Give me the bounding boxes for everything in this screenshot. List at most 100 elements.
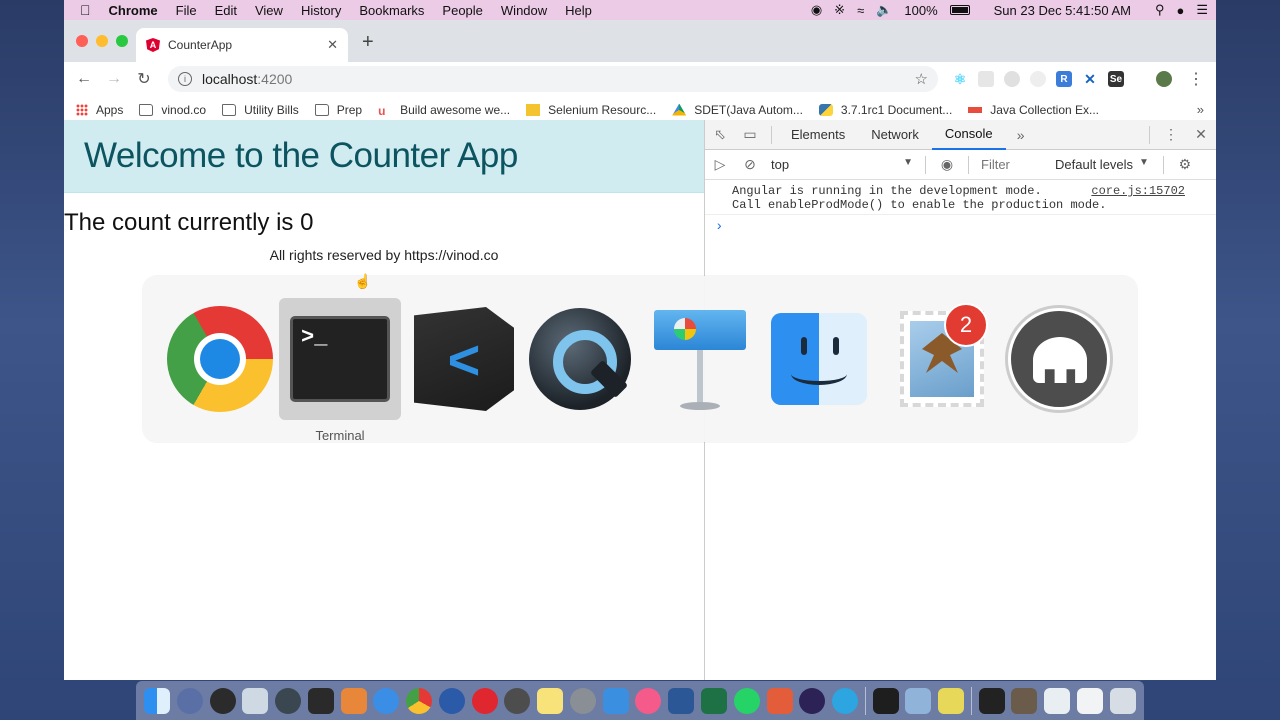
address-bar[interactable]: i localhost :4200 ☆ (168, 66, 938, 92)
extension-icon[interactable] (1004, 71, 1020, 87)
dock-system-preferences-icon[interactable] (569, 687, 596, 714)
dock-chrome-icon[interactable] (406, 687, 433, 714)
dock-firefox-icon[interactable] (438, 687, 465, 714)
notification-center-icon[interactable]: ☰ (1196, 2, 1208, 18)
bookmarks-overflow-icon[interactable]: » (1197, 102, 1204, 117)
menu-bookmarks[interactable]: Bookmarks (359, 3, 424, 18)
live-expression-eye-icon[interactable]: ◉ (932, 156, 962, 173)
bookmark-folder-utility-bills[interactable]: Utility Bills (222, 103, 299, 117)
clear-console-icon[interactable]: ⊘ (735, 156, 765, 173)
menu-window[interactable]: Window (501, 3, 547, 18)
bluetooth-icon[interactable]: ※ (834, 2, 845, 18)
dock-trash-icon[interactable] (1109, 687, 1136, 714)
react-devtools-icon[interactable]: ⚛ (952, 71, 968, 87)
dock-notes-icon[interactable] (537, 687, 564, 714)
siri-icon[interactable]: ● (1176, 3, 1184, 18)
apple-menu-icon[interactable]:  (80, 2, 91, 18)
extension-r-icon[interactable]: R (1056, 71, 1072, 87)
extension-x-icon[interactable]: ✕ (1082, 71, 1098, 87)
volume-icon[interactable]: 🔈 (876, 2, 892, 18)
close-tab-icon[interactable]: ✕ (327, 37, 338, 53)
fullscreen-window-button[interactable] (116, 35, 128, 47)
more-tabs-icon[interactable]: » (1006, 127, 1036, 143)
inspect-element-icon[interactable]: ⬁ (705, 126, 735, 143)
tab-elements[interactable]: Elements (778, 120, 858, 150)
console-settings-gear-icon[interactable]: ⚙ (1170, 156, 1200, 173)
bookmark-star-icon[interactable]: ☆ (915, 70, 928, 88)
close-devtools-icon[interactable]: ✕ (1186, 126, 1216, 143)
console-prompt[interactable]: › (705, 215, 1216, 239)
dock-finder-icon[interactable] (144, 687, 170, 714)
bookmark-selenium[interactable]: Selenium Resourc... (526, 103, 656, 117)
selenium-ide-icon[interactable]: Se (1108, 71, 1124, 87)
bookmark-java-collection[interactable]: Java Collection Ex... (968, 103, 1099, 117)
dock-chrome-window-icon[interactable] (1076, 687, 1103, 714)
dock-terminal-window-icon[interactable] (978, 687, 1005, 714)
spotlight-search-icon[interactable]: ⚲ (1155, 2, 1165, 18)
close-window-button[interactable] (76, 35, 88, 47)
dock-window-thumbnail-icon[interactable] (1044, 687, 1071, 714)
switcher-app-terminal[interactable]: >_ Terminal (279, 298, 401, 443)
dock-eclipse-icon[interactable] (799, 687, 826, 714)
tab-console[interactable]: Console (931, 120, 1006, 150)
wifi-icon[interactable]: ≈ (857, 3, 864, 18)
minimize-window-button[interactable] (96, 35, 108, 47)
dock-keynote-icon[interactable] (602, 687, 629, 714)
switcher-app-mail[interactable]: 2 (881, 298, 1003, 420)
show-sidebar-icon[interactable]: ▷ (705, 156, 735, 173)
dock-mail-icon[interactable] (242, 687, 269, 714)
extension-icon[interactable] (1030, 71, 1046, 87)
browser-tab[interactable]: A CounterApp ✕ (136, 28, 348, 62)
dock-terminal-icon[interactable] (872, 687, 899, 714)
dock-sublime-icon[interactable] (340, 687, 367, 714)
battery-icon[interactable] (949, 5, 970, 15)
record-icon[interactable]: ◉ (811, 2, 822, 18)
dock-excel-icon[interactable] (701, 687, 728, 714)
bookmark-sdet[interactable]: SDET(Java Autom... (672, 103, 803, 117)
bookmark-folder-prep[interactable]: Prep (314, 103, 362, 117)
new-tab-button[interactable]: + (362, 31, 374, 54)
dock-video-window-icon[interactable] (1011, 687, 1038, 714)
tab-network[interactable]: Network (858, 120, 932, 150)
menu-history[interactable]: History (301, 3, 341, 18)
dock-whatsapp-icon[interactable] (733, 687, 760, 714)
console-filter-input[interactable] (975, 154, 1047, 175)
site-info-icon[interactable]: i (178, 72, 192, 86)
bookmark-python-docs[interactable]: 3.7.1rc1 Document... (818, 103, 952, 117)
switcher-app-mamp[interactable] (998, 298, 1120, 420)
switcher-app-quicktime[interactable] (519, 298, 641, 420)
reload-button[interactable]: ↻ (132, 69, 156, 89)
dock-audio-app-icon[interactable] (209, 687, 236, 714)
bookmark-udemy[interactable]: u Build awesome we... (378, 103, 510, 118)
switcher-app-vscode[interactable]: < (403, 298, 525, 420)
chrome-menu-icon[interactable]: ⋮ (1188, 69, 1204, 89)
dock-quicktime-icon[interactable] (275, 687, 302, 714)
device-toolbar-icon[interactable]: ▭ (735, 126, 765, 143)
extension-icon[interactable] (978, 71, 994, 87)
log-levels-select[interactable]: Default levels ▼ (1055, 157, 1149, 172)
menu-app-name[interactable]: Chrome (109, 3, 158, 18)
dock-vscode-icon[interactable] (307, 687, 334, 714)
menu-edit[interactable]: Edit (215, 3, 237, 18)
dock-telegram-icon[interactable] (832, 687, 859, 714)
dock-safari-icon[interactable] (373, 687, 400, 714)
clock[interactable]: Sun 23 Dec 5:41:50 AM (994, 3, 1131, 18)
menu-people[interactable]: People (442, 3, 482, 18)
switcher-app-chrome[interactable] (159, 298, 281, 420)
switcher-app-finder[interactable] (758, 298, 880, 420)
dock-opera-icon[interactable] (471, 687, 498, 714)
dock-app-icon[interactable] (938, 687, 965, 714)
dock-preview-icon[interactable] (905, 687, 932, 714)
switcher-app-keynote[interactable] (639, 298, 761, 420)
dock-word-icon[interactable] (668, 687, 695, 714)
console-source-link[interactable]: core.js:15702 (1091, 184, 1185, 198)
dock-remote-desktop-icon[interactable] (766, 687, 793, 714)
menu-file[interactable]: File (176, 3, 197, 18)
menu-help[interactable]: Help (565, 3, 592, 18)
bookmark-apps[interactable]: Apps (76, 103, 123, 117)
profile-avatar[interactable] (1156, 71, 1172, 87)
menu-view[interactable]: View (255, 3, 283, 18)
dock-itunes-icon[interactable] (635, 687, 662, 714)
dock-launchpad-icon[interactable] (176, 687, 203, 714)
back-button[interactable]: ← (72, 70, 96, 88)
